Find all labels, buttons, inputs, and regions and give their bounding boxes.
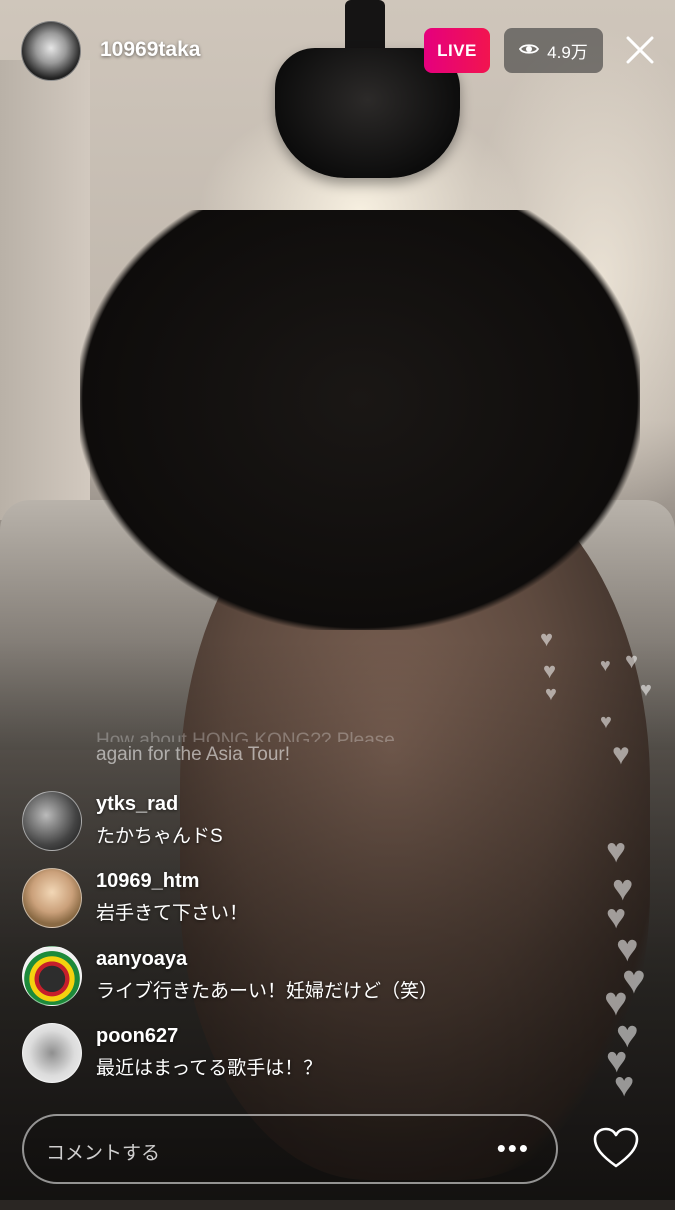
- heart-icon: ♥: [606, 832, 627, 870]
- heart-icon: ♥: [640, 679, 652, 701]
- comment-message: 岩手きて下さい！: [96, 903, 249, 924]
- like-button[interactable]: [592, 1126, 640, 1170]
- live-badge: LIVE: [424, 28, 490, 73]
- video-hair: [80, 210, 640, 630]
- comment-item[interactable]: aanyoaya ライブ行きたあーい！妊婦だけど（笑）: [22, 946, 502, 1006]
- heart-icon: ♥: [600, 711, 612, 733]
- heart-icon: ♥: [540, 626, 554, 651]
- heart-icon: ♥: [614, 1066, 635, 1104]
- heart-icon: ♥: [625, 648, 639, 673]
- heart-icon: ♥: [543, 658, 557, 683]
- comment-username[interactable]: ytks_rad: [96, 793, 178, 816]
- comment-input-placeholder: コメントする: [46, 1143, 161, 1164]
- host-avatar[interactable]: [21, 21, 81, 81]
- close-button[interactable]: [620, 30, 660, 70]
- heart-icon: ♥: [612, 738, 630, 771]
- comment-item[interactable]: ytks_rad たかちゃんドS: [22, 791, 502, 851]
- fading-comment: How about HONG KONG?? Please visit HK ag…: [96, 728, 396, 768]
- host-username[interactable]: 10969taka: [100, 38, 200, 62]
- comment-message: ライブ行きたあーい！妊婦だけど（笑）: [96, 981, 439, 1002]
- comment-item[interactable]: 10969_htm 岩手きて下さい！: [22, 868, 502, 928]
- heart-icon: ♥: [545, 683, 557, 705]
- comment-username[interactable]: aanyoaya: [96, 948, 187, 971]
- top-bar: 10969taka LIVE 4.9万: [0, 0, 675, 100]
- comment-avatar[interactable]: [22, 946, 82, 1006]
- heart-icon: ♥: [600, 655, 611, 675]
- comment-message: たかちゃんドS: [96, 826, 223, 847]
- fading-comment-line2: again for the Asia Tour!: [96, 744, 290, 765]
- comment-message: 最近はまってる歌手は！？: [96, 1058, 323, 1079]
- comment-username[interactable]: 10969_htm: [96, 870, 199, 893]
- live-video: [0, 0, 675, 1200]
- heart-icon: [593, 1127, 639, 1168]
- comment-avatar[interactable]: [22, 868, 82, 928]
- close-icon: [626, 36, 654, 64]
- comment-avatar[interactable]: [22, 791, 82, 851]
- video-wall: [0, 60, 90, 520]
- eye-icon: [519, 41, 540, 61]
- comment-item[interactable]: poon627 最近はまってる歌手は！？: [22, 1023, 502, 1083]
- comment-avatar[interactable]: [22, 1023, 82, 1083]
- comment-username[interactable]: poon627: [96, 1025, 178, 1048]
- comment-input[interactable]: コメントする •••: [22, 1114, 558, 1184]
- fading-comment-line1: How about HONG KONG?? Please visit HK: [96, 730, 395, 742]
- viewer-count-pill[interactable]: 4.9万: [504, 28, 603, 73]
- viewer-count: 4.9万: [547, 43, 588, 62]
- more-dots-icon[interactable]: •••: [497, 1133, 530, 1164]
